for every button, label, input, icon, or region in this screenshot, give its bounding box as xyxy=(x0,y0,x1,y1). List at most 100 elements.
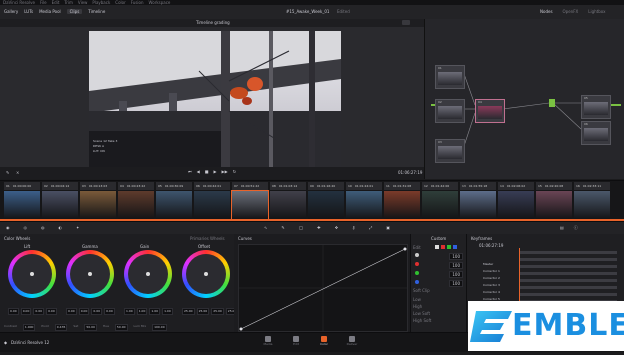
keyframe-row[interactable]: Master xyxy=(471,250,621,266)
wheel-value-field[interactable]: 25.00 xyxy=(182,308,195,315)
color-wheel[interactable] xyxy=(182,250,230,298)
window-icon[interactable]: ◯ xyxy=(299,225,303,230)
qualifier-icon[interactable]: ✎ xyxy=(281,225,284,230)
viewer-zoom-button[interactable] xyxy=(402,20,410,25)
keyframe-row[interactable]: Corrector 3 xyxy=(471,271,621,287)
keyframe-track[interactable] xyxy=(519,286,617,289)
wheel-value-field[interactable]: 0.00 xyxy=(20,308,32,315)
wheel-value-field[interactable]: 0.00 xyxy=(104,308,115,315)
clip-thumbnail[interactable]: 09 01:01:16:20 xyxy=(308,182,344,219)
color-wheel[interactable] xyxy=(124,250,172,298)
wheel-value-field[interactable]: 0.00 xyxy=(91,308,103,315)
wheel-value-field[interactable]: 25.00 xyxy=(211,308,224,315)
wheel-handle[interactable] xyxy=(88,272,92,276)
luma-swatch[interactable] xyxy=(435,245,439,249)
rgb-mixer-icon[interactable]: ◐ xyxy=(59,225,63,230)
clip-thumbnail[interactable]: 02 01:00:04:14 xyxy=(42,182,78,219)
keyframe-track[interactable] xyxy=(519,293,617,296)
wheel-value-field[interactable]: 0.00 xyxy=(78,308,90,315)
param-value-field[interactable]: 50.00 xyxy=(84,324,97,331)
clip-thumbnail[interactable]: 15 01:02:20:08 xyxy=(536,182,572,219)
clip-thumbnail[interactable]: 04 01:00:23:22 xyxy=(118,182,154,219)
pen-tool-icon[interactable]: ✎ xyxy=(6,170,9,175)
param-value-field[interactable]: 100.00 xyxy=(152,324,167,331)
node-05[interactable]: 05 xyxy=(581,95,611,119)
keyframe-row[interactable]: Corrector 5 xyxy=(471,285,621,301)
toolbar-media-pool[interactable]: Media Pool xyxy=(39,9,61,14)
clip-thumbnail[interactable]: 16 01:02:33:11 xyxy=(574,182,610,219)
custom-value-4[interactable]: 100 xyxy=(449,280,463,287)
keyframe-row[interactable]: Corrector 2 xyxy=(471,264,621,280)
keyframe-track[interactable] xyxy=(519,251,617,254)
node-01[interactable]: 01 xyxy=(435,65,465,89)
green-swatch[interactable] xyxy=(447,245,451,249)
keyframe-playhead[interactable] xyxy=(519,248,520,308)
node-06[interactable]: 06 xyxy=(581,121,611,145)
clip-thumbnail[interactable]: 11 01:01:31:08 xyxy=(384,182,420,219)
wheel-value-field[interactable]: 0.00 xyxy=(66,308,77,315)
step-back-icon[interactable]: ◀ xyxy=(197,169,200,174)
color-wheel[interactable] xyxy=(8,250,56,298)
clip-thumbnail[interactable]: 13 01:01:55:18 xyxy=(460,182,496,219)
step-forward-icon[interactable]: ▶▶ xyxy=(222,169,228,174)
wheel-value-field[interactable]: 1.00 xyxy=(124,308,135,315)
clip-thumbnail[interactable]: 07 01:00:51:22 xyxy=(231,182,269,220)
toolbar-timeline[interactable]: Timeline xyxy=(88,9,105,14)
keyframe-track[interactable] xyxy=(519,258,617,261)
blue-swatch[interactable] xyxy=(453,245,457,249)
toolbar-openfx[interactable]: OpenFX xyxy=(563,9,579,14)
page-media[interactable]: Media xyxy=(258,335,278,349)
wheel-value-field[interactable]: 0.00 xyxy=(46,308,57,315)
key-icon[interactable]: ⚷ xyxy=(352,225,355,230)
toolbar-luts[interactable]: LUTs xyxy=(24,9,33,14)
keyframe-row[interactable]: Corrector 1 xyxy=(471,257,621,273)
keyframe-track[interactable] xyxy=(519,272,617,275)
viewer-image[interactable]: Scene 12 Take 3 DESK A LUT: ON xyxy=(89,31,341,167)
play-icon[interactable]: ▶ xyxy=(213,169,216,174)
jump-start-icon[interactable]: ⏮ xyxy=(188,169,192,174)
keyframe-row[interactable]: Corrector 4 xyxy=(471,278,621,294)
page-color[interactable]: Color xyxy=(314,335,334,349)
page-edit[interactable]: Edit xyxy=(286,335,306,349)
page-deliver[interactable]: Deliver xyxy=(342,335,362,349)
clip-thumbnail[interactable]: 12 01:01:42:06 xyxy=(422,182,458,219)
clip-thumbnail[interactable]: 08 01:01:03:14 xyxy=(270,182,306,219)
tracker-icon[interactable]: ✚ xyxy=(317,225,320,230)
keyframe-track[interactable] xyxy=(519,265,617,268)
blur-icon[interactable]: ❖ xyxy=(335,225,339,230)
info-icon[interactable]: ⓘ xyxy=(574,225,578,230)
curves-tool-icon[interactable]: ∿ xyxy=(264,225,267,230)
close-icon[interactable]: × xyxy=(16,170,19,175)
wheel-value-field[interactable]: 1.00 xyxy=(162,308,173,315)
red-swatch[interactable] xyxy=(441,245,445,249)
param-value-field[interactable]: 50.00 xyxy=(114,324,128,331)
clip-thumbnail[interactable]: 03 01:00:13:03 xyxy=(80,182,116,219)
param-value-field[interactable]: 1.000 xyxy=(22,324,36,331)
loop-icon[interactable]: ↻ xyxy=(233,169,236,174)
keyframe-row[interactable]: Corrector 6 xyxy=(471,292,621,308)
stop-icon[interactable]: ■ xyxy=(205,169,209,174)
clip-thumbnail[interactable]: 10 01:01:24:01 xyxy=(346,182,382,219)
color-wheel[interactable] xyxy=(66,250,114,298)
wheel-value-field[interactable]: 25.00 xyxy=(196,308,210,315)
toolbar-gallery[interactable]: Gallery xyxy=(4,9,18,14)
color-match-icon[interactable]: ◎ xyxy=(24,225,28,230)
node-02[interactable]: 02 xyxy=(435,99,465,123)
param-value-field[interactable]: 0.435 xyxy=(54,324,68,331)
clip-thumbnail[interactable]: 06 01:00:42:01 xyxy=(194,182,230,219)
toolbar-lightbox[interactable]: Lightbox xyxy=(588,9,605,14)
wheel-handle[interactable] xyxy=(30,272,34,276)
custom-value-3[interactable]: 100 xyxy=(449,271,463,278)
keyframe-track[interactable] xyxy=(519,279,617,282)
motion-effects-icon[interactable]: ✦ xyxy=(76,225,79,230)
clip-thumbnail[interactable]: 01 01:00:00:00 xyxy=(4,182,40,219)
wheel-value-field[interactable]: 0.00 xyxy=(8,308,19,315)
wheels-icon[interactable]: ◍ xyxy=(41,225,45,230)
curves-graph[interactable] xyxy=(238,244,408,332)
3d-icon[interactable]: ▣ xyxy=(386,225,390,230)
wheel-value-field[interactable]: 1.00 xyxy=(136,308,148,315)
sizing-icon[interactable]: ⤢ xyxy=(369,225,372,230)
wheel-value-field[interactable]: 0.00 xyxy=(33,308,45,315)
node-04[interactable]: 04 xyxy=(475,99,505,123)
wheel-value-field[interactable]: 1.00 xyxy=(149,308,161,315)
